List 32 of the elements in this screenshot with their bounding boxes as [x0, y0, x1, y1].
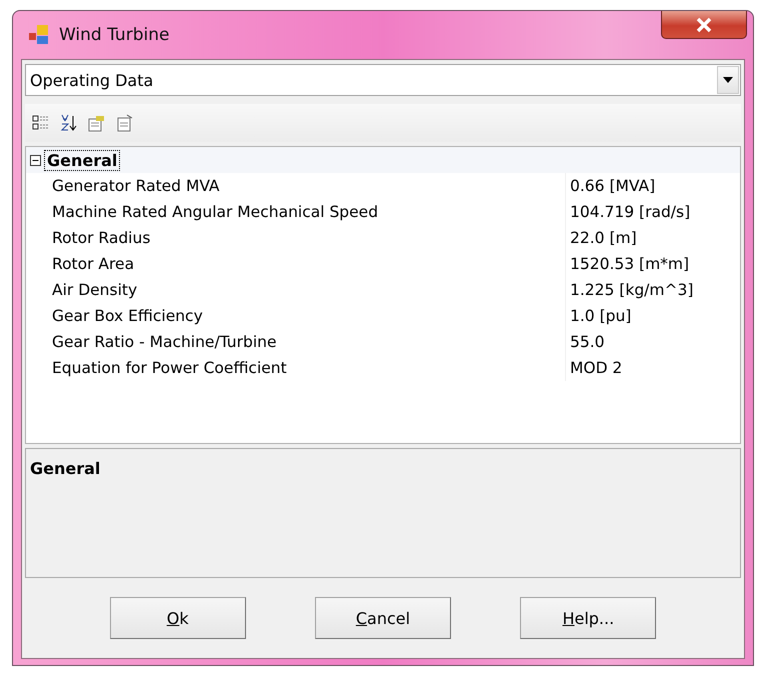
property-name[interactable]: Machine Rated Angular Mechanical Speed	[26, 199, 565, 225]
property-value[interactable]: 1520.53 [m*m]	[565, 251, 740, 277]
window-title: Wind Turbine	[59, 25, 170, 45]
property-name[interactable]: Equation for Power Coefficient	[26, 355, 565, 381]
properties-icon[interactable]	[87, 113, 107, 133]
page-icon[interactable]	[115, 113, 135, 133]
property-name[interactable]: Gear Box Efficiency	[26, 303, 565, 329]
property-value[interactable]: 0.66 [MVA]	[565, 173, 740, 199]
property-name[interactable]: Rotor Radius	[26, 225, 565, 251]
dialog-button[interactable]: Cancel	[314, 597, 451, 639]
property-value[interactable]: 22.0 [m]	[565, 225, 740, 251]
property-value[interactable]: 55.0	[565, 329, 740, 355]
property-name[interactable]: Gear Ratio - Machine/Turbine	[26, 329, 565, 355]
sort-icon[interactable]	[59, 113, 79, 133]
close-icon	[695, 16, 713, 32]
app-icon	[29, 25, 51, 45]
dropdown-button[interactable]	[717, 66, 739, 94]
category-name[interactable]: General	[45, 150, 120, 170]
close-button[interactable]	[661, 11, 747, 39]
dialog-button[interactable]: Ok	[110, 597, 246, 639]
property-value[interactable]: MOD 2	[565, 355, 740, 381]
collapse-icon[interactable]	[30, 154, 41, 166]
category-dropdown[interactable]: Operating Data	[25, 64, 741, 96]
property-name[interactable]: Rotor Area	[26, 251, 565, 277]
property-name[interactable]: Air Density	[26, 277, 565, 303]
property-value[interactable]: 104.719 [rad/s]	[565, 199, 740, 225]
property-value[interactable]: 1.225 [kg/m^3]	[565, 277, 740, 303]
dialog-button[interactable]: Help...	[520, 597, 656, 639]
property-value[interactable]: 1.0 [pu]	[565, 303, 740, 329]
caret-icon	[723, 77, 733, 83]
property-name[interactable]: Generator Rated MVA	[26, 173, 565, 199]
description-title: General	[30, 459, 100, 478]
